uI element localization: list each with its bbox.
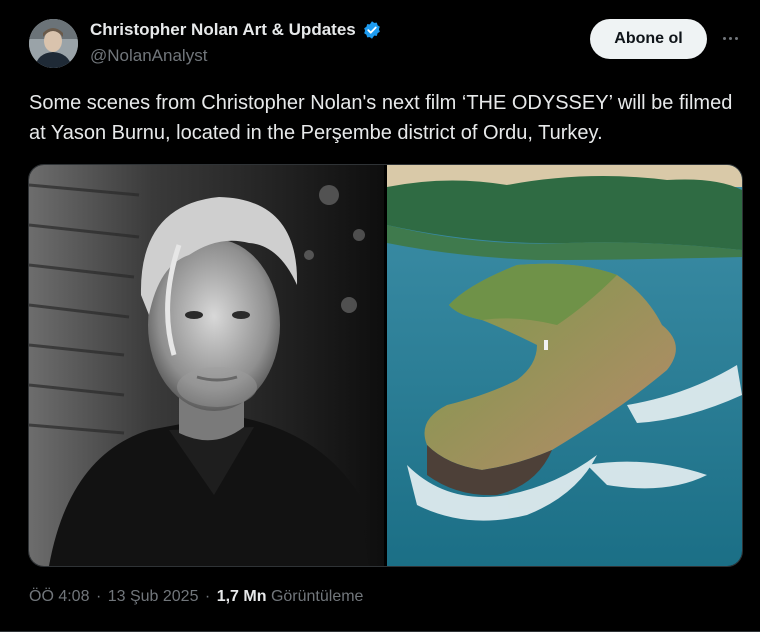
- more-horizontal-icon: [722, 36, 726, 40]
- verified-badge-icon: [362, 20, 382, 40]
- media-grid: [28, 164, 743, 567]
- tweet-text: Some scenes from Christopher Nolan's nex…: [29, 92, 733, 144]
- meta-separator: ·: [204, 588, 211, 605]
- author-handle[interactable]: @NolanAnalyst: [90, 46, 207, 66]
- more-dot: [728, 36, 732, 40]
- tweet-time[interactable]: ÖÖ 4:08: [29, 588, 89, 605]
- author-name-row[interactable]: Christopher Nolan Art & Updates: [90, 20, 382, 40]
- more-options-button[interactable]: [718, 24, 742, 52]
- tweet-meta: ÖÖ 4:08 · 13 Şub 2025 · 1,7 Mn Görüntüle…: [29, 588, 363, 606]
- portrait-photo-image: [29, 165, 384, 566]
- portrait-photo[interactable]: [29, 165, 384, 566]
- views-count: 1,7 Mn: [216, 588, 267, 605]
- aerial-coast-photo[interactable]: [387, 165, 742, 566]
- tweet-date[interactable]: 13 Şub 2025: [108, 588, 199, 605]
- more-dot: [734, 36, 738, 40]
- meta-separator: ·: [95, 588, 102, 605]
- aerial-coast-photo-image: [387, 165, 742, 566]
- avatar[interactable]: [29, 19, 78, 68]
- profile-avatar-image: [29, 19, 78, 68]
- views-label: Görüntüleme: [270, 588, 364, 605]
- author-display-name[interactable]: Christopher Nolan Art & Updates: [90, 20, 356, 40]
- follow-button[interactable]: Abone ol: [590, 19, 707, 59]
